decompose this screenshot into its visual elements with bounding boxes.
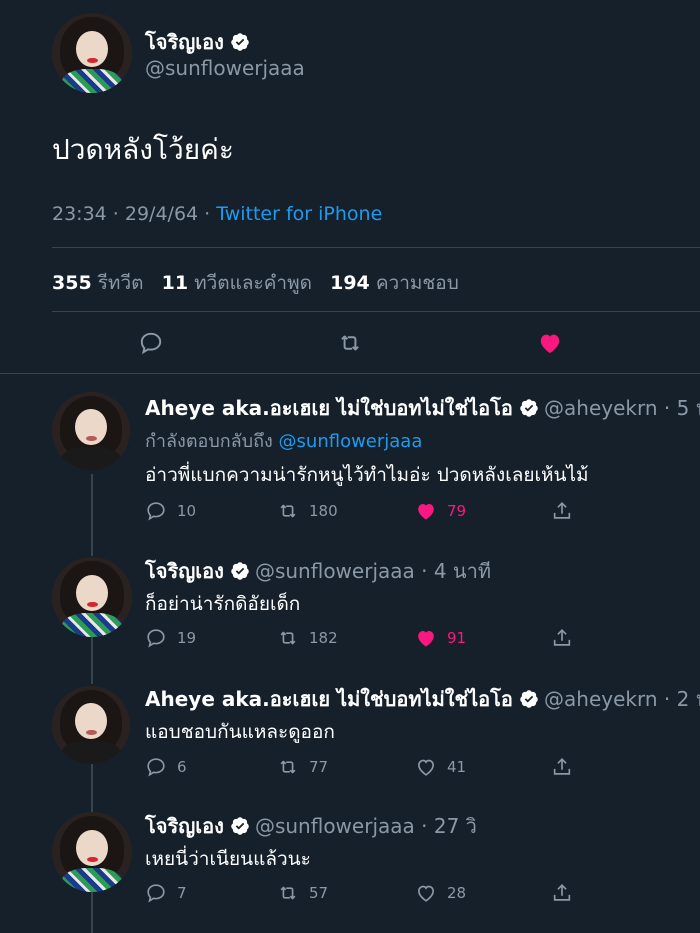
reply-actions: 10 180 79 <box>145 500 585 524</box>
retweet-icon <box>280 631 296 645</box>
share-icon[interactable] <box>551 627 573 649</box>
reply-avatar[interactable] <box>52 392 130 470</box>
reply-icon <box>147 502 165 521</box>
reply-header: Aheye aka.อะเฮเย ไม่ใช่บอทไม่ใช่ไอโอ @ah… <box>145 683 700 715</box>
reply-icon <box>147 758 165 777</box>
retweet-icon[interactable] <box>336 330 364 356</box>
replying-to-mention[interactable]: @sunflowerjaaa <box>279 431 423 452</box>
reply-header: โจริญเอง @sunflowerjaaa · 27 วิ <box>145 810 477 842</box>
reply-icon <box>147 884 165 903</box>
verified-badge-icon <box>520 399 538 417</box>
heart-outline-icon <box>418 885 434 902</box>
share-icon[interactable] <box>551 882 573 904</box>
reply-text: ก็อย่าน่ารักดิอัยเด็ก <box>145 593 301 615</box>
reply-text: เหยนี่ว่าเนียนแล้วนะ <box>145 848 311 870</box>
reply-display-name[interactable]: Aheye aka.อะเฮเย ไม่ใช่บอทไม่ใช่ไอโอ <box>145 396 513 420</box>
reply-display-name[interactable]: โจริญเอง <box>145 814 224 838</box>
heart-filled-icon <box>418 630 434 647</box>
share-icon[interactable] <box>551 500 573 522</box>
reply-tweet[interactable]: โจริญเอง @sunflowerjaaa · 27 วิ เหยนี่ว่… <box>0 800 700 933</box>
divider <box>52 247 700 248</box>
reply-handle-time[interactable]: @aheyekrn · 5 นา <box>544 396 700 420</box>
retweet-count[interactable]: 77 <box>277 756 328 778</box>
tweet-meta: 23:34 · 29/4/64 · Twitter for iPhone <box>52 203 382 225</box>
reply-actions: 7 57 28 <box>145 882 585 906</box>
reply-count[interactable]: 7 <box>145 882 187 904</box>
tweet-text: ปวดหลังโว้ยค่ะ <box>52 133 234 166</box>
quotes-stat[interactable]: 11 ทวีตและคำพูด <box>162 272 312 294</box>
verified-badge-icon <box>520 690 538 708</box>
reply-text: แอบชอบกันแหละดูออก <box>145 721 335 743</box>
like-count[interactable]: 41 <box>415 756 466 778</box>
retweet-count[interactable]: 180 <box>277 500 338 522</box>
reply-icon <box>147 629 165 648</box>
like-count[interactable]: 28 <box>415 882 466 904</box>
like-count[interactable]: 79 <box>415 500 466 522</box>
reply-avatar[interactable] <box>52 686 130 764</box>
reply-handle-time[interactable]: @aheyekrn · 2 น <box>544 687 700 711</box>
retweet-icon <box>280 760 296 774</box>
retweet-count[interactable]: 57 <box>277 882 328 904</box>
author-avatar[interactable] <box>52 13 132 93</box>
reply-header: โจริญเอง @sunflowerjaaa · 4 นาที <box>145 555 491 587</box>
reply-actions: 6 77 41 <box>145 756 585 780</box>
reply-tweet[interactable]: Aheye aka.อะเฮเย ไม่ใช่บอทไม่ใช่ไอโอ @ah… <box>0 374 700 534</box>
reply-count[interactable]: 19 <box>145 627 196 649</box>
tweet-source-link[interactable]: Twitter for iPhone <box>216 203 382 225</box>
retweet-count[interactable]: 182 <box>277 627 338 649</box>
like-count[interactable]: 91 <box>415 627 466 649</box>
reply-header: Aheye aka.อะเฮเย ไม่ใช่บอทไม่ใช่ไอโอ @ah… <box>145 392 700 424</box>
likes-stat[interactable]: 194 ความชอบ <box>330 272 459 294</box>
verified-badge-icon <box>231 562 249 580</box>
reply-icon[interactable] <box>138 330 164 356</box>
reply-display-name[interactable]: โจริญเอง <box>145 559 224 583</box>
reply-handle-time[interactable]: @sunflowerjaaa · 27 วิ <box>255 814 477 838</box>
heart-outline-icon <box>418 759 434 776</box>
heart-filled-icon <box>418 503 434 520</box>
reply-tweet[interactable]: Aheye aka.อะเฮเย ไม่ใช่บอทไม่ใช่ไอโอ @ah… <box>0 674 700 799</box>
author-display-name[interactable]: โจริญเอง <box>145 30 224 54</box>
divider <box>52 311 700 312</box>
reply-handle-time[interactable]: @sunflowerjaaa · 4 นาที <box>255 559 491 583</box>
verified-badge-icon <box>231 33 249 51</box>
retweet-icon <box>280 504 296 518</box>
tweet-timestamp[interactable]: 23:34 · 29/4/64 · <box>52 203 210 225</box>
share-icon[interactable] <box>551 756 573 778</box>
tweet-stats: 355 รีทวีต 11 ทวีตและคำพูด 194 ความชอบ <box>52 268 459 298</box>
reply-text: อ่าวพี่แบกความน่ารักหนูไว้ทำไมอ่ะ ปวดหลั… <box>145 464 589 486</box>
reply-actions: 19 182 91 <box>145 627 585 651</box>
heart-filled-icon[interactable] <box>536 330 564 356</box>
reply-avatar[interactable] <box>52 557 132 637</box>
reply-count[interactable]: 6 <box>145 756 187 778</box>
reply-tweet[interactable]: โจริญเอง @sunflowerjaaa · 4 นาที ก็อย่าน… <box>0 545 700 670</box>
verified-badge-icon <box>231 817 249 835</box>
reply-avatar[interactable] <box>52 812 132 892</box>
reply-display-name[interactable]: Aheye aka.อะเฮเย ไม่ใช่บอทไม่ใช่ไอโอ <box>145 687 513 711</box>
reply-count[interactable]: 10 <box>145 500 196 522</box>
retweet-icon <box>280 886 296 900</box>
author-handle[interactable]: @sunflowerjaaa <box>145 56 305 80</box>
replying-to: กำลังตอบกลับถึง @sunflowerjaaa <box>145 431 423 452</box>
author-name-row[interactable]: โจริญเอง <box>145 26 250 58</box>
retweets-stat[interactable]: 355 รีทวีต <box>52 272 143 294</box>
